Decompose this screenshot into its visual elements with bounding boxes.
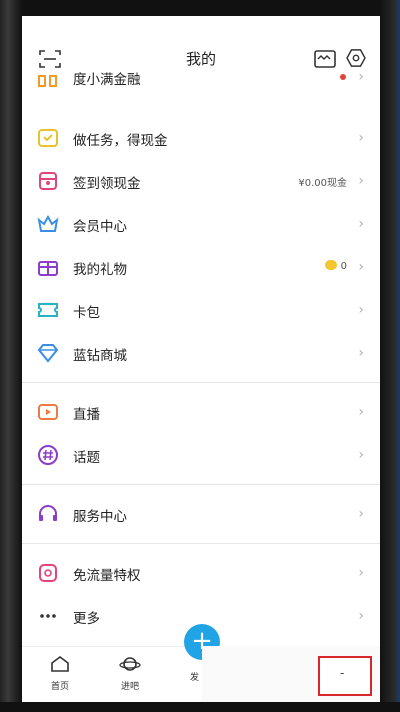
- phone-bezel-top: [0, 0, 400, 16]
- present-icon: [38, 261, 58, 276]
- chevron-right-icon: ›: [358, 506, 364, 522]
- phone-bezel-right: [380, 0, 400, 712]
- gift-box-icon: [39, 172, 57, 190]
- diamond-icon: [37, 344, 59, 363]
- menu-item-membership[interactable]: 会员中心 ›: [22, 203, 380, 245]
- headset-icon: [39, 505, 57, 521]
- tab-home[interactable]: 首页: [30, 655, 90, 692]
- menu-item-live[interactable]: 直播 ›: [22, 391, 380, 433]
- free-data-icon: [39, 564, 57, 582]
- chevron-right-icon: ›: [358, 608, 364, 624]
- chevron-right-icon: ›: [358, 216, 364, 232]
- cash-balance: ¥0.00现金: [298, 178, 347, 189]
- chevron-right-icon: ›: [358, 130, 364, 146]
- menu-label: 度小满金融: [73, 72, 141, 88]
- chevron-right-icon: ›: [358, 259, 364, 275]
- chevron-right-icon: ›: [358, 404, 364, 420]
- crown-icon: [37, 214, 59, 232]
- live-icon: [38, 404, 58, 420]
- menu-item-diamond-mall[interactable]: 蓝钻商城 ›: [22, 332, 380, 374]
- screen: 我的 度小满金融 › 做任务，得现金 › 签到领现金 ¥0.00现金 › 会员中…: [22, 16, 380, 702]
- menu-item-checkin[interactable]: 签到领现金 ¥0.00现金 ›: [22, 160, 380, 202]
- menu-label: 我的礼物: [73, 262, 127, 278]
- menu-item-finance[interactable]: 度小满金融 ›: [22, 62, 380, 104]
- menu-label: 服务中心: [73, 509, 127, 525]
- menu-label: 卡包: [73, 305, 100, 321]
- highlighted-tab-box[interactable]: -: [318, 656, 372, 696]
- ticket-icon: [38, 303, 58, 317]
- tab-enter-forum[interactable]: 进吧: [100, 655, 160, 692]
- section-divider: [22, 382, 380, 383]
- menu-label: 直播: [73, 407, 100, 423]
- header: 我的: [22, 16, 380, 68]
- task-icon: [38, 129, 58, 147]
- gift-count-value: 0: [340, 261, 347, 272]
- menu-item-tasks[interactable]: 做任务，得现金 ›: [22, 117, 380, 159]
- coin-icon: [324, 260, 337, 270]
- menu-label: 会员中心: [73, 219, 127, 235]
- chevron-right-icon: ›: [358, 302, 364, 318]
- menu-item-free-data[interactable]: 免流量特权 ›: [22, 552, 380, 594]
- more-icon: [40, 614, 56, 618]
- wallet-card-icon: [38, 75, 57, 87]
- tab-label: 首页: [50, 682, 69, 692]
- minus-icon: -: [340, 666, 345, 680]
- menu-label: 蓝钻商城: [73, 348, 127, 364]
- phone-bezel-bottom: [0, 702, 400, 712]
- menu-label: 更多: [73, 611, 100, 627]
- planet-icon: [119, 657, 141, 671]
- section-divider: [22, 484, 380, 485]
- menu-item-service-center[interactable]: 服务中心 ›: [22, 493, 380, 535]
- notification-dot: [340, 74, 346, 80]
- gift-count: 0: [324, 260, 347, 272]
- section-divider: [22, 543, 380, 544]
- chevron-right-icon: ›: [358, 345, 364, 361]
- menu-item-topics[interactable]: 话题 ›: [22, 434, 380, 476]
- tab-label: 进吧: [120, 682, 139, 692]
- menu-label: 免流量特权: [73, 568, 141, 584]
- chevron-right-icon: ›: [358, 565, 364, 581]
- chevron-right-icon: ›: [358, 447, 364, 463]
- hashtag-icon: [38, 445, 58, 465]
- menu-label: 做任务，得现金: [73, 133, 168, 149]
- menu-label: 签到领现金: [73, 176, 141, 192]
- post-tab-label: 发: [190, 673, 200, 683]
- menu-item-card-wallet[interactable]: 卡包 ›: [22, 289, 380, 331]
- chevron-right-icon: ›: [358, 173, 364, 189]
- chevron-right-icon: ›: [358, 69, 364, 85]
- menu-item-gifts[interactable]: 我的礼物 0 ›: [22, 246, 380, 288]
- phone-bezel-left: [0, 0, 22, 712]
- menu-label: 话题: [73, 450, 100, 466]
- home-icon: [51, 656, 69, 672]
